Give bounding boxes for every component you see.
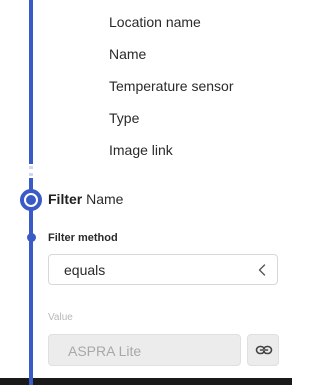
value-input-text: ASPRA Lite [68,343,142,359]
chevron-left-icon [258,264,266,276]
filter-method-select[interactable]: equals [48,254,278,285]
field-option-image-link[interactable]: Image link [109,141,173,159]
bottom-edge-bar [0,378,292,385]
filter-title-bold: Filter [48,191,83,207]
timeline-connector-gap [28,164,34,178]
field-option-temperature-sensor[interactable]: Temperature sensor [109,77,234,95]
filter-method-label: Filter method [48,232,118,244]
filter-title-field: Name [86,191,124,207]
link-icon [255,345,273,355]
filter-step-title: Filter Name [48,190,123,208]
timeline-line-bottom [29,378,33,385]
field-option-name[interactable]: Name [109,45,146,63]
filter-step-node [20,189,42,211]
value-label: Value [48,312,73,323]
filter-step-node-ring [24,193,38,207]
value-input[interactable]: ASPRA Lite [48,334,241,366]
filter-method-value: equals [64,262,106,278]
field-option-type[interactable]: Type [109,109,139,127]
field-option-location-name[interactable]: Location name [109,13,201,31]
link-button[interactable] [247,334,279,366]
filter-method-node [27,233,36,242]
